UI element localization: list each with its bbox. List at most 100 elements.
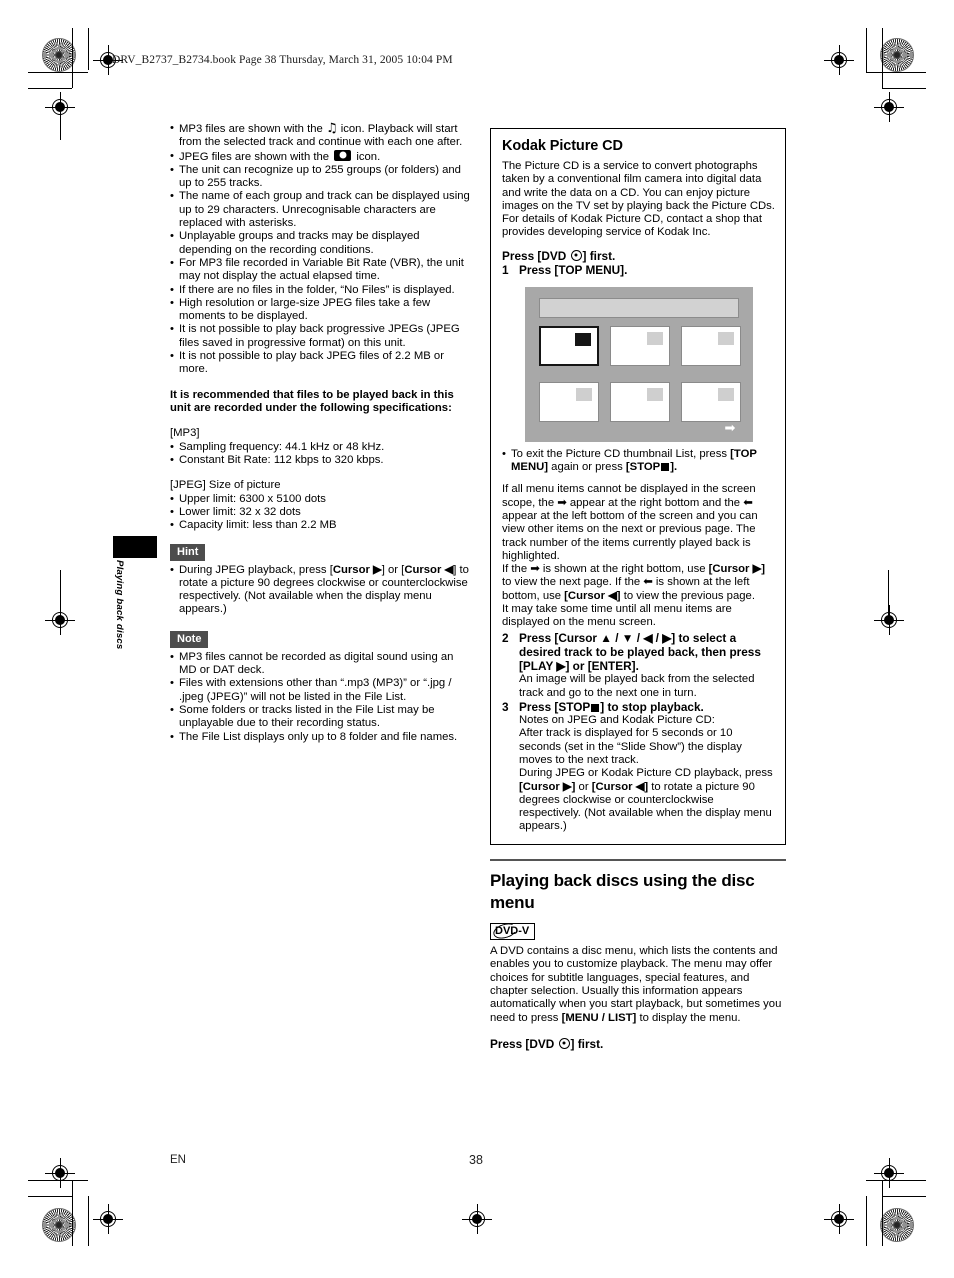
kodak-paragraph-1: The Picture CD is a service to convert p… — [502, 160, 775, 212]
screen-title-bar — [538, 297, 739, 318]
stop-key: [STOP — [625, 461, 661, 474]
dvd-disc-icon — [570, 249, 582, 261]
dvd-v-badge: DVD-V — [490, 920, 536, 942]
thumbnail-item[interactable] — [680, 325, 741, 366]
list-item: MP3 files cannot be recorded as digital … — [170, 651, 470, 678]
list-item: Sampling frequency: 44.1 kHz or 48 kHz. — [170, 441, 470, 455]
menu-list-key: [MENU / LIST] — [561, 1011, 637, 1024]
list-item: To exit the Picture CD thumbnail List, p… — [502, 448, 775, 475]
crosshair-bottom-left-b — [45, 1158, 75, 1188]
thumbnail-grid — [538, 325, 743, 438]
disc-menu-paragraph: A DVD contains a disc menu, which lists … — [490, 945, 782, 1024]
thumbnail-item[interactable] — [538, 381, 599, 422]
kodak-paragraph-2: For details of Kodak Picture CD, contact… — [502, 213, 762, 239]
jpeg-spec-list: Upper limit: 6300 x 5100 dots Lower limi… — [170, 493, 470, 533]
list-item: For MP3 file recorded in Variable Bit Ra… — [170, 257, 470, 284]
press-dvd-instruction-bottom: Press [DVD ] first. — [490, 1036, 604, 1051]
thumbnail-row — [538, 325, 743, 366]
dvd-v-badge-label: DVD-V — [495, 925, 530, 938]
crosshair-bottom-right-a — [874, 1158, 904, 1188]
list-item: Files with extensions other than “.mp3 (… — [170, 677, 470, 704]
step-2: 2 Press [Cursor ▲ / ▼ / ◀ / ▶] to select… — [502, 631, 775, 674]
crosshair-bottom-right-b — [824, 1204, 854, 1234]
list-item: MP3 files are shown with the ♫ icon. Pla… — [170, 122, 470, 150]
exit-note-list: To exit the Picture CD thumbnail List, p… — [502, 448, 775, 475]
list-item: The File List displays only up to 8 fold… — [170, 731, 470, 745]
step-1: 1 Press [TOP MENU]. — [502, 263, 775, 277]
press-dvd-instruction: Press [DVD ] first. — [502, 248, 616, 263]
thumbnail-item-selected[interactable] — [538, 325, 599, 366]
jpeg-spec-heading: [JPEG] Size of picture — [170, 479, 281, 492]
list-item: The unit can recognize up to 255 groups … — [170, 164, 470, 191]
cursor-left-key: [Cursor ◀] — [591, 780, 649, 793]
crosshair-bottom-center — [462, 1204, 492, 1234]
note-list: MP3 files cannot be recorded as digital … — [170, 651, 470, 744]
step-3-number: 3 — [502, 699, 509, 714]
camera-icon — [334, 149, 352, 161]
section-divider — [490, 858, 786, 862]
music-note-icon: ♫ — [325, 121, 338, 136]
thumbnail-item[interactable] — [609, 381, 670, 422]
page-canvas: DRV_B2737_B2734.book Page 38 Thursday, M… — [0, 0, 954, 1278]
loading-time-paragraph: It may take some time until all menu ite… — [502, 603, 732, 629]
cursor-left-key: Cursor ◀ — [404, 563, 454, 576]
stop-square-icon — [591, 703, 600, 712]
step-3-text: Press [STOP] to stop playback. — [519, 699, 704, 714]
list-item: If there are no files in the folder, “No… — [170, 284, 470, 298]
page-navigation-paragraph: If the ➡ is shown at the right bottom, u… — [502, 563, 766, 602]
crosshair-top-right-b — [874, 92, 904, 122]
list-item: It is not possible to play back JPEG fil… — [170, 350, 470, 377]
step-3-subtext-3: During JPEG or Kodak Picture CD playback… — [519, 767, 773, 833]
book-file-slug: DRV_B2737_B2734.book Page 38 Thursday, M… — [112, 54, 453, 66]
step-1-number: 1 — [502, 262, 509, 277]
step-1-text: Press [TOP MENU]. — [519, 262, 628, 277]
left-column: MP3 files are shown with the ♫ icon. Pla… — [170, 122, 470, 744]
list-item: The name of each group and track can be … — [170, 190, 470, 230]
step-3-subtext-1: Notes on JPEG and Kodak Picture CD: — [519, 714, 715, 727]
cursor-left-key: [Cursor ◀] — [564, 589, 621, 602]
halftone-circle-top-right — [880, 38, 914, 72]
note-badge: Note — [170, 630, 209, 648]
list-item: Some folders or tracks listed in the Fil… — [170, 704, 470, 731]
right-column: Kodak Picture CD The Picture CD is a ser… — [490, 128, 786, 1051]
side-tab-label: Playing back discs — [114, 560, 125, 650]
list-item: Unplayable groups and tracks may be disp… — [170, 230, 470, 257]
stop-square-icon — [661, 463, 670, 472]
list-item: Lower limit: 32 x 32 dots — [170, 506, 470, 520]
step-2-text: Press [Cursor ▲ / ▼ / ◀ / ▶] to select a… — [519, 630, 761, 674]
section-heading: Playing back discs using the disc menu — [490, 871, 755, 913]
cursor-right-key: [Cursor ▶] — [519, 780, 576, 793]
hint-badge: Hint — [170, 543, 206, 561]
cursor-right-key: [Cursor ▶] — [708, 563, 766, 576]
mp3-spec-list: Sampling frequency: 44.1 kHz or 48 kHz. … — [170, 441, 470, 468]
scope-paragraph: If all menu items cannot be displayed in… — [502, 483, 758, 562]
list-item: Capacity limit: less than 2.2 MB — [170, 519, 470, 533]
picture-cd-thumbnail-screen: ➡ — [524, 286, 753, 442]
hint-list: During JPEG playback, press [Cursor ▶] o… — [170, 564, 470, 617]
list-item: Upper limit: 6300 x 5100 dots — [170, 493, 470, 507]
kodak-box-title: Kodak Picture CD — [502, 138, 623, 154]
thumbnail-item[interactable] — [680, 381, 741, 422]
cursor-right-key: Cursor ▶ — [332, 563, 382, 576]
step-2-number: 2 — [502, 630, 509, 645]
halftone-circle-top-left — [42, 38, 76, 72]
thumbnail-row — [538, 381, 743, 422]
recommendation-heading: It is recommended that files to be playe… — [170, 388, 454, 415]
thumbnail-item[interactable] — [609, 325, 670, 366]
next-page-arrow-icon[interactable]: ➡ — [725, 422, 741, 435]
halftone-circle-bottom-left — [42, 1208, 76, 1242]
footer-language: EN — [170, 1154, 186, 1166]
kodak-picture-cd-box: Kodak Picture CD The Picture CD is a ser… — [490, 128, 786, 845]
footer-page-number: 38 — [469, 1153, 483, 1167]
crosshair-top-right-a — [824, 45, 854, 75]
list-item: Constant Bit Rate: 112 kbps to 320 kbps. — [170, 454, 470, 468]
list-item: It is not possible to play back progress… — [170, 323, 470, 350]
step-3-subtext-2: After track is displayed for 5 seconds o… — [519, 727, 742, 766]
step-3: 3 Press [STOP] to stop playback. — [502, 700, 775, 714]
crosshair-bottom-left-a — [93, 1204, 123, 1234]
mp3-jpeg-notes-list: MP3 files are shown with the ♫ icon. Pla… — [170, 122, 470, 377]
dvd-disc-icon — [558, 1037, 570, 1049]
side-tab-bar — [113, 536, 157, 558]
halftone-circle-bottom-right — [880, 1208, 914, 1242]
list-item: High resolution or large-size JPEG files… — [170, 297, 470, 324]
